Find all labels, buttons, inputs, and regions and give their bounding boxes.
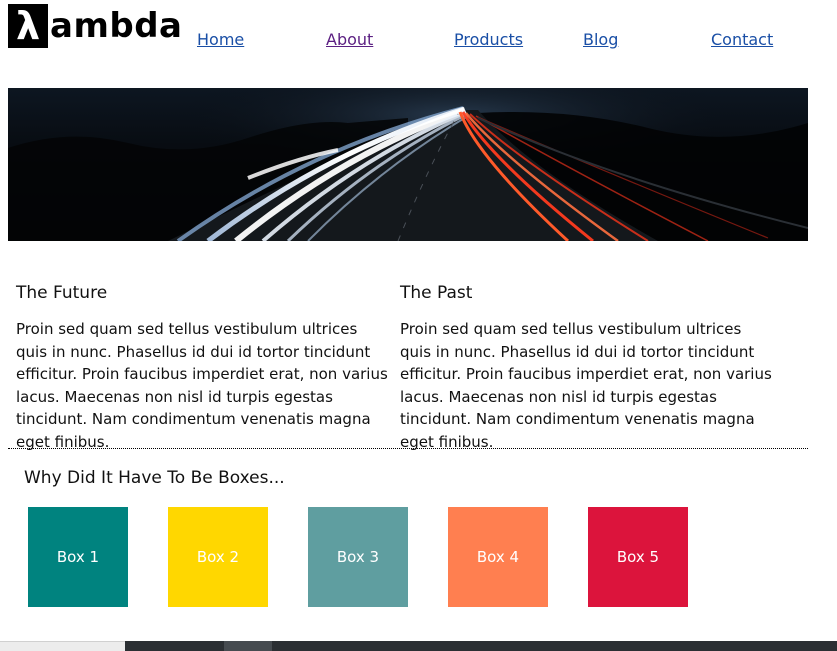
box-3: Box 3 [308, 507, 408, 607]
page: λ ambda Home About Products Blog Contact [0, 0, 837, 651]
nav-link-blog[interactable]: Blog [583, 30, 618, 49]
bottom-bar-tab[interactable] [224, 641, 272, 651]
section-future-body: Proin sed quam sed tellus vestibulum ult… [16, 320, 388, 451]
box-1: Box 1 [28, 507, 128, 607]
nav-link-products[interactable]: Products [454, 30, 523, 49]
nav-link-home[interactable]: Home [197, 30, 244, 49]
bottom-bar [0, 641, 837, 651]
section-past-title: The Past [400, 283, 473, 303]
nav-link-contact[interactable]: Contact [711, 30, 773, 49]
section-future: The Future Proin sed quam sed tellus ves… [16, 282, 388, 453]
section-past: The Past Proin sed quam sed tellus vesti… [400, 282, 772, 453]
box-2: Box 2 [168, 507, 268, 607]
box-5: Box 5 [588, 507, 688, 607]
hero-image [8, 88, 808, 241]
bottom-bar-left [0, 641, 125, 651]
section-divider [8, 448, 808, 449]
section-past-body: Proin sed quam sed tellus vestibulum ult… [400, 320, 772, 451]
main-nav: Home About Products Blog Contact [0, 30, 837, 52]
nav-link-about[interactable]: About [326, 30, 373, 49]
section-future-title: The Future [16, 283, 108, 303]
boxes-title: Why Did It Have To Be Boxes... [24, 468, 285, 488]
box-4: Box 4 [448, 507, 548, 607]
